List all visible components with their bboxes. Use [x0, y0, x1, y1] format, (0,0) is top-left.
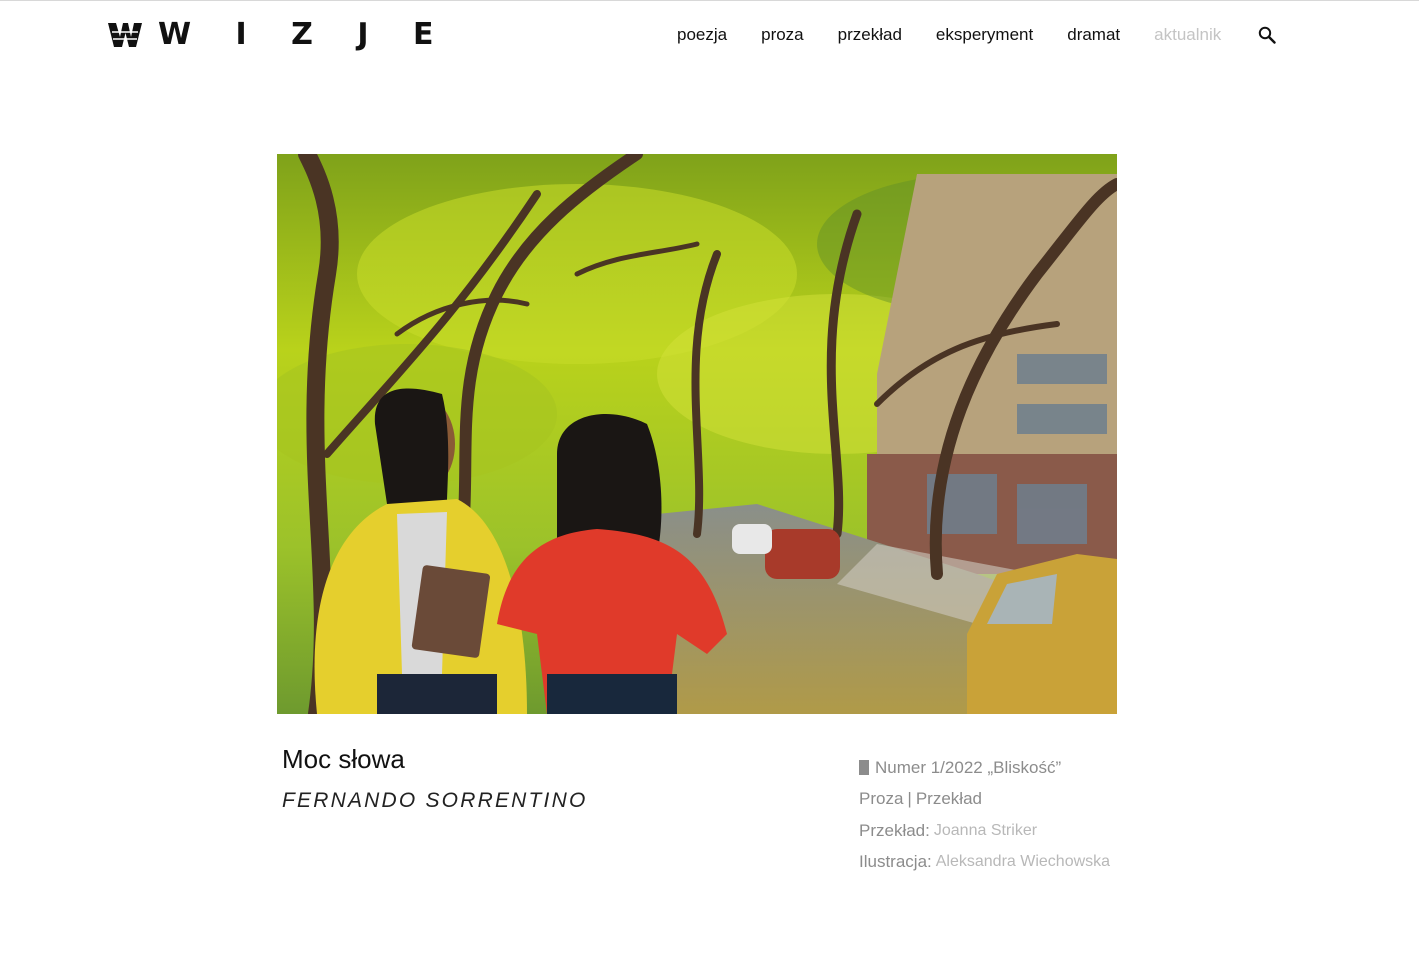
illustration-image [277, 154, 1117, 714]
article-author[interactable]: FERNANDO SORRENTINO [282, 789, 587, 813]
logo-mark-icon [108, 23, 142, 47]
category-separator: | [907, 789, 912, 809]
illustrator-row: Ilustracja: Aleksandra Wiechowska [859, 847, 1119, 879]
issue-marker-icon [859, 760, 869, 776]
translator-row: Przekład: Joanna Striker [859, 815, 1119, 847]
article-illustration[interactable] [277, 154, 1117, 714]
nav-item-dramat[interactable]: dramat [1067, 24, 1120, 46]
issue-row: Numer 1/2022 „Bliskość” [859, 752, 1119, 784]
search-icon[interactable] [1257, 25, 1277, 45]
nav-item-poezja[interactable]: poezja [677, 24, 727, 46]
logo-text: W I Z J E [158, 17, 451, 52]
nav-item-proza[interactable]: proza [761, 24, 804, 46]
translator-name[interactable]: Joanna Striker [934, 820, 1037, 842]
issue-link[interactable]: Numer 1/2022 „Bliskość” [875, 757, 1061, 779]
article-meta: Numer 1/2022 „Bliskość” Proza | Przekład… [859, 752, 1119, 878]
top-border [0, 0, 1419, 1]
nav-item-aktualnik[interactable]: aktualnik [1154, 24, 1221, 46]
category-link-proza[interactable]: Proza [859, 788, 903, 810]
nav-item-eksperyment[interactable]: eksperyment [936, 24, 1033, 46]
main-nav: poezja proza przekład eksperyment dramat… [677, 24, 1277, 46]
translator-label: Przekład: [859, 820, 930, 840]
illustrator-name[interactable]: Aleksandra Wiechowska [936, 851, 1110, 873]
category-link-przeklad[interactable]: Przekład [916, 788, 982, 810]
category-row: Proza | Przekład [859, 784, 1119, 816]
nav-item-przeklad[interactable]: przekład [838, 24, 902, 46]
article-title: Moc słowa [282, 744, 405, 774]
site-logo[interactable]: W I Z J E [108, 20, 450, 50]
illustrator-label: Ilustracja: [859, 852, 932, 872]
